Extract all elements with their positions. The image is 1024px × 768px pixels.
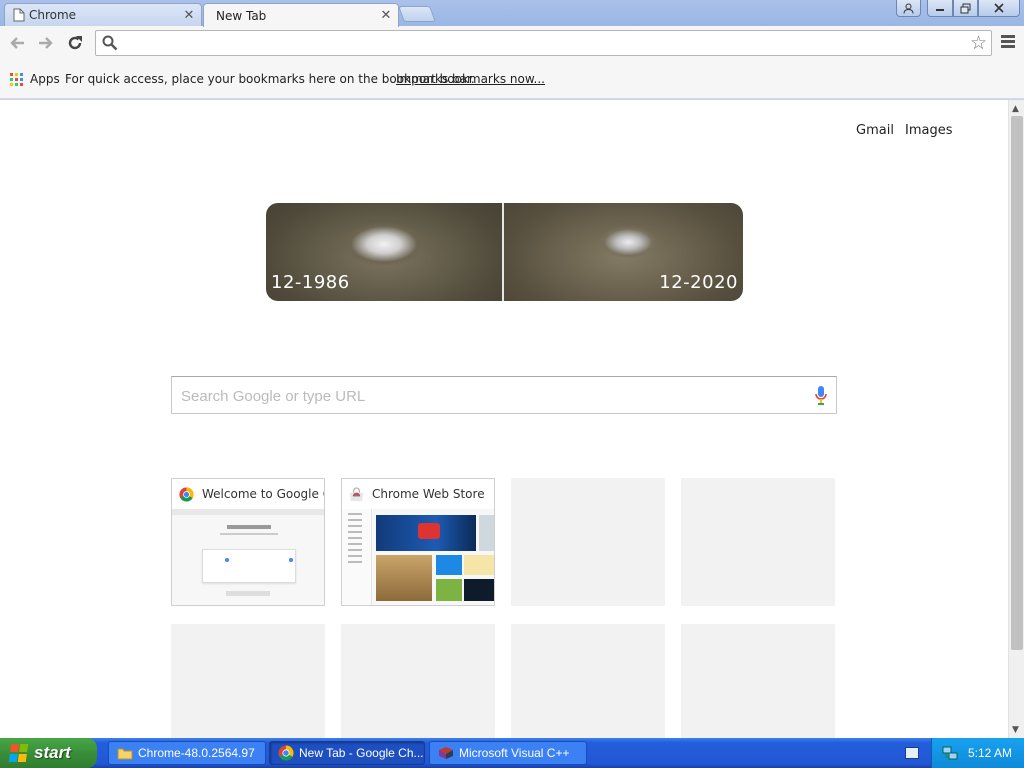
start-label: start	[34, 743, 71, 762]
google-doodle[interactable]: 12-1986 12-2020	[266, 203, 743, 301]
tab-label: Chrome	[29, 8, 77, 22]
web-store-icon	[349, 487, 364, 501]
page-icon	[13, 8, 25, 22]
import-bookmarks-link[interactable]: Import bookmarks now...	[396, 72, 545, 86]
tab-chrome[interactable]: Chrome ✕	[4, 3, 202, 26]
microphone-icon[interactable]	[814, 385, 828, 407]
tile-title: Chrome Web Store	[372, 487, 485, 501]
google-search-box[interactable]	[171, 376, 837, 414]
new-tab-page: Gmail Images 12-1986 12-2020 Search Goog…	[0, 100, 1008, 738]
close-tab-icon[interactable]: ✕	[181, 8, 197, 23]
empty-tile	[511, 478, 665, 606]
task-label: Chrome-48.0.2564.97	[138, 746, 255, 760]
close-icon	[994, 3, 1004, 13]
scroll-down-icon[interactable]: ▼	[1012, 725, 1019, 735]
task-label: New Tab - Google Ch...	[299, 746, 424, 760]
profile-button[interactable]	[896, 0, 921, 17]
chrome-icon	[179, 486, 194, 502]
tab-label: New Tab	[216, 8, 267, 23]
doodle-panel-before: 12-1986	[266, 203, 502, 301]
clock[interactable]: 5:12 AM	[968, 746, 1012, 760]
title-bar: Chrome ✕ New Tab ✕	[0, 0, 1024, 27]
most-visited-tile-welcome[interactable]: Welcome to Google Chrome	[171, 478, 325, 606]
tile-title: Welcome to Google Chrome	[202, 487, 324, 501]
most-visited-tile-web-store[interactable]: Chrome Web Store	[341, 478, 495, 606]
menu-icon-bar	[1001, 45, 1015, 48]
forward-button[interactable]	[35, 32, 57, 54]
menu-icon-bar	[1001, 40, 1015, 43]
empty-tile	[171, 624, 325, 738]
menu-icon-bar	[1001, 35, 1015, 38]
page-scrollbar[interactable]: ▲ ▼	[1008, 100, 1024, 738]
folder-icon	[117, 748, 133, 760]
taskbar-item-chrome[interactable]: New Tab - Google Ch...	[269, 741, 425, 765]
close-tab-icon[interactable]: ✕	[378, 8, 394, 23]
restore-button[interactable]	[953, 0, 978, 17]
apps-grid-icon[interactable]	[10, 73, 23, 86]
bookmark-star-icon[interactable]: ☆	[970, 32, 987, 54]
chrome-menu-button[interactable]	[1001, 35, 1015, 51]
taskbar-item-visual-cpp[interactable]: Microsoft Visual C++	[429, 741, 587, 765]
forward-arrow-icon	[39, 37, 53, 49]
scrollbar-thumb[interactable]	[1011, 116, 1023, 650]
person-icon	[903, 3, 914, 14]
images-link[interactable]: Images	[905, 123, 953, 138]
gmail-link[interactable]: Gmail	[856, 123, 894, 138]
network-icon[interactable]	[942, 745, 958, 761]
start-button[interactable]: start	[0, 738, 97, 768]
visual-studio-icon	[439, 747, 453, 759]
bookmarks-bar: Apps For quick access, place your bookma…	[0, 61, 1024, 99]
doodle-year-right: 12-2020	[659, 272, 738, 293]
tile-header: Welcome to Google Chrome	[172, 479, 324, 509]
doodle-panel-after: 12-2020	[504, 203, 743, 301]
tile-header: Chrome Web Store	[342, 479, 494, 509]
minimize-button[interactable]	[927, 0, 953, 17]
empty-tile	[341, 624, 495, 738]
reload-icon	[68, 36, 82, 50]
browser-toolbar: ☆	[0, 26, 1024, 61]
minimize-icon	[936, 9, 944, 11]
search-icon	[102, 35, 118, 51]
reload-button[interactable]	[64, 32, 86, 54]
taskbar-item-folder[interactable]: Chrome-48.0.2564.97	[108, 741, 266, 765]
restore-icon	[960, 3, 971, 13]
task-label: Microsoft Visual C++	[459, 746, 570, 760]
empty-tile	[511, 624, 665, 738]
address-bar[interactable]: ☆	[95, 30, 992, 56]
scroll-up-icon[interactable]: ▲	[1012, 104, 1019, 114]
back-arrow-icon	[10, 37, 24, 49]
empty-tile	[681, 478, 835, 606]
taskbar: start Chrome-48.0.2564.97 New Tab - Goog…	[0, 738, 1024, 768]
tab-new-tab[interactable]: New Tab ✕	[203, 3, 399, 27]
keyboard-icon[interactable]	[905, 747, 919, 759]
empty-tile	[681, 624, 835, 738]
window-close-button[interactable]	[978, 0, 1020, 17]
doodle-year-left: 12-1986	[271, 272, 350, 293]
apps-shortcut[interactable]: Apps	[30, 72, 60, 86]
windows-flag-icon	[8, 744, 30, 762]
google-search-input[interactable]	[181, 386, 801, 406]
back-button[interactable]	[6, 32, 28, 54]
tile-thumbnail	[342, 509, 494, 605]
new-tab-button[interactable]	[398, 6, 436, 22]
system-tray: 5:12 AM	[931, 738, 1024, 768]
address-input[interactable]	[124, 34, 964, 52]
chrome-icon	[278, 745, 294, 761]
tile-thumbnail	[172, 509, 324, 605]
